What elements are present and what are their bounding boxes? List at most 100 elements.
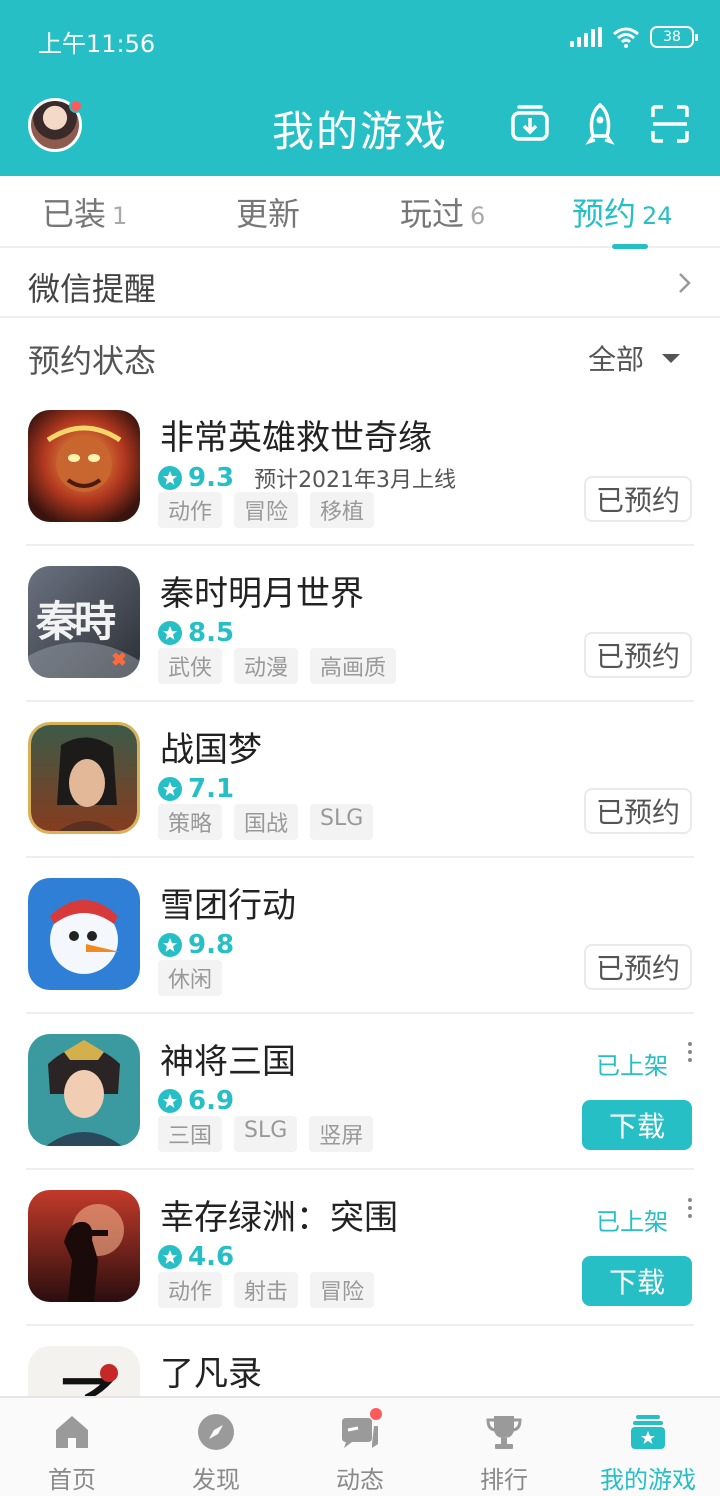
rating-value: 6.9 bbox=[188, 1086, 235, 1116]
game-name: 战国梦 bbox=[160, 730, 262, 770]
game-row[interactable]: 雪团行动 9.8 休闲 已预约 bbox=[0, 858, 720, 1014]
tag: SLG bbox=[310, 804, 374, 840]
rating: 7.1 bbox=[158, 774, 234, 804]
trophy-icon bbox=[482, 1410, 526, 1454]
tag: 策略 bbox=[158, 804, 223, 840]
nav-ranking[interactable]: 排行 bbox=[432, 1410, 576, 1495]
signal-icon bbox=[570, 27, 602, 47]
rating-value: 7.1 bbox=[188, 774, 235, 804]
nav-label: 动态 bbox=[336, 1466, 384, 1494]
download-manager-icon[interactable] bbox=[506, 100, 554, 148]
nav-discover[interactable]: 发现 bbox=[144, 1410, 288, 1495]
tab-count: 6 bbox=[470, 202, 486, 230]
status-filter-dropdown[interactable]: 全部 bbox=[588, 338, 680, 378]
game-name: 神将三国 bbox=[160, 1042, 296, 1082]
nav-feed[interactable]: 动态 bbox=[288, 1408, 432, 1495]
tag: 休闲 bbox=[158, 960, 223, 996]
rating: 6.9 bbox=[158, 1086, 234, 1116]
bottom-nav: 首页 发现 动态 排行 我的游戏 bbox=[0, 1396, 720, 1496]
rating-value: 8.5 bbox=[188, 618, 235, 648]
star-icon bbox=[158, 1089, 182, 1113]
rating-value: 9.8 bbox=[188, 930, 235, 960]
game-row[interactable]: 秦時 秦时明月世界 8.5 武侠 动漫 高画质 已预约 bbox=[0, 546, 720, 702]
download-button[interactable]: 下载 bbox=[582, 1256, 692, 1306]
tab-installed[interactable]: 已装 1 bbox=[42, 176, 127, 248]
more-options-icon[interactable] bbox=[688, 1042, 692, 1062]
tag: 高画质 bbox=[310, 648, 397, 684]
star-icon bbox=[158, 1245, 182, 1269]
tag-list: 动作 冒险 移植 bbox=[158, 492, 375, 528]
reserved-button[interactable]: 已预约 bbox=[584, 944, 692, 990]
star-icon bbox=[158, 621, 182, 645]
rating: 8.5 bbox=[158, 618, 234, 648]
tag: 三国 bbox=[158, 1116, 223, 1152]
battery-level: 38 bbox=[663, 29, 681, 45]
nav-label: 发现 bbox=[192, 1466, 240, 1494]
game-name: 雪团行动 bbox=[160, 886, 296, 926]
survivor-silhouette-game-icon bbox=[28, 1190, 140, 1302]
tag: 冒险 bbox=[234, 492, 299, 528]
scan-icon[interactable] bbox=[646, 100, 694, 148]
tab-count: 1 bbox=[112, 202, 128, 230]
tab-played[interactable]: 玩过 6 bbox=[400, 176, 485, 248]
status-time: 上午11:56 bbox=[38, 30, 156, 58]
reserved-button[interactable]: 已预约 bbox=[584, 788, 692, 834]
star-icon bbox=[158, 777, 182, 801]
rocket-icon[interactable] bbox=[576, 100, 624, 148]
filter-value: 全部 bbox=[587, 343, 644, 376]
tab-label: 更新 bbox=[236, 195, 301, 233]
nav-home[interactable]: 首页 bbox=[0, 1410, 144, 1495]
release-date: 预计2021年3月上线 bbox=[254, 468, 457, 493]
general-portrait-game-icon bbox=[28, 1034, 140, 1146]
rating: 9.8 bbox=[158, 930, 234, 960]
wechat-reminder-row[interactable]: 微信提醒 bbox=[0, 250, 720, 318]
icon-calligraphy: 秦時 bbox=[36, 597, 116, 646]
tag: 动漫 bbox=[234, 648, 299, 684]
tag-list: 策略 国战 SLG bbox=[158, 804, 374, 840]
listed-status: 已上架 bbox=[596, 1052, 668, 1080]
tag: 冒险 bbox=[310, 1272, 375, 1308]
game-row[interactable]: 神将三国 6.9 三国 SLG 竖屏 已上架 下载 bbox=[0, 1014, 720, 1170]
tag-list: 休闲 bbox=[158, 960, 223, 996]
reserved-button[interactable]: 已预约 bbox=[584, 476, 692, 522]
tab-label: 已装 bbox=[42, 195, 107, 233]
home-icon bbox=[50, 1410, 94, 1454]
seal-icon bbox=[100, 1364, 118, 1382]
nav-my-games[interactable]: 我的游戏 bbox=[576, 1410, 720, 1495]
chevron-right-icon bbox=[679, 273, 691, 293]
download-button[interactable]: 下载 bbox=[582, 1100, 692, 1150]
game-name: 非常英雄救世奇缘 bbox=[160, 418, 432, 458]
reserved-button[interactable]: 已预约 bbox=[584, 632, 692, 678]
listed-status: 已上架 bbox=[596, 1208, 668, 1236]
qin-calligraphy-game-icon: 秦時 bbox=[28, 566, 140, 678]
tag: 射击 bbox=[234, 1272, 299, 1308]
tab-label: 预约 bbox=[572, 195, 637, 233]
reservation-status-row: 预约状态 全部 bbox=[0, 320, 720, 390]
game-name: 秦时明月世界 bbox=[160, 574, 364, 614]
tag: 竖屏 bbox=[309, 1116, 374, 1152]
notification-dot bbox=[370, 1408, 382, 1420]
more-options-icon[interactable] bbox=[688, 1198, 692, 1218]
header: 上午11:56 38 我的游戏 bbox=[0, 0, 720, 176]
game-name: 了凡录 bbox=[160, 1354, 262, 1394]
game-row[interactable]: 幸存绿洲：突围 4.6 动作 射击 冒险 已上架 下载 bbox=[0, 1170, 720, 1326]
nav-label: 我的游戏 bbox=[600, 1466, 696, 1494]
tag: 移植 bbox=[310, 492, 375, 528]
chat-bubble-icon bbox=[338, 1408, 382, 1454]
status-icons: 38 bbox=[570, 26, 698, 48]
game-row[interactable]: 非常英雄救世奇缘 9.3 预计2021年3月上线 动作 冒险 移植 已预约 bbox=[0, 390, 720, 546]
tab-updates[interactable]: 更新 bbox=[236, 176, 306, 248]
tag: 国战 bbox=[234, 804, 299, 840]
warrior-portrait-game-icon bbox=[28, 722, 140, 834]
star-icon bbox=[158, 933, 182, 957]
tab-reserved[interactable]: 预约 24 bbox=[572, 176, 673, 248]
game-list: 非常英雄救世奇缘 9.3 预计2021年3月上线 动作 冒险 移植 已预约 秦時… bbox=[0, 390, 720, 1482]
tag: SLG bbox=[234, 1116, 298, 1152]
game-row[interactable]: 战国梦 7.1 策略 国战 SLG 已预约 bbox=[0, 702, 720, 858]
tag: 动作 bbox=[158, 492, 223, 528]
snowman-game-icon bbox=[28, 878, 140, 990]
nav-label: 排行 bbox=[480, 1466, 528, 1494]
tag-list: 三国 SLG 竖屏 bbox=[158, 1116, 374, 1152]
compass-icon bbox=[194, 1410, 238, 1454]
tag: 武侠 bbox=[158, 648, 223, 684]
